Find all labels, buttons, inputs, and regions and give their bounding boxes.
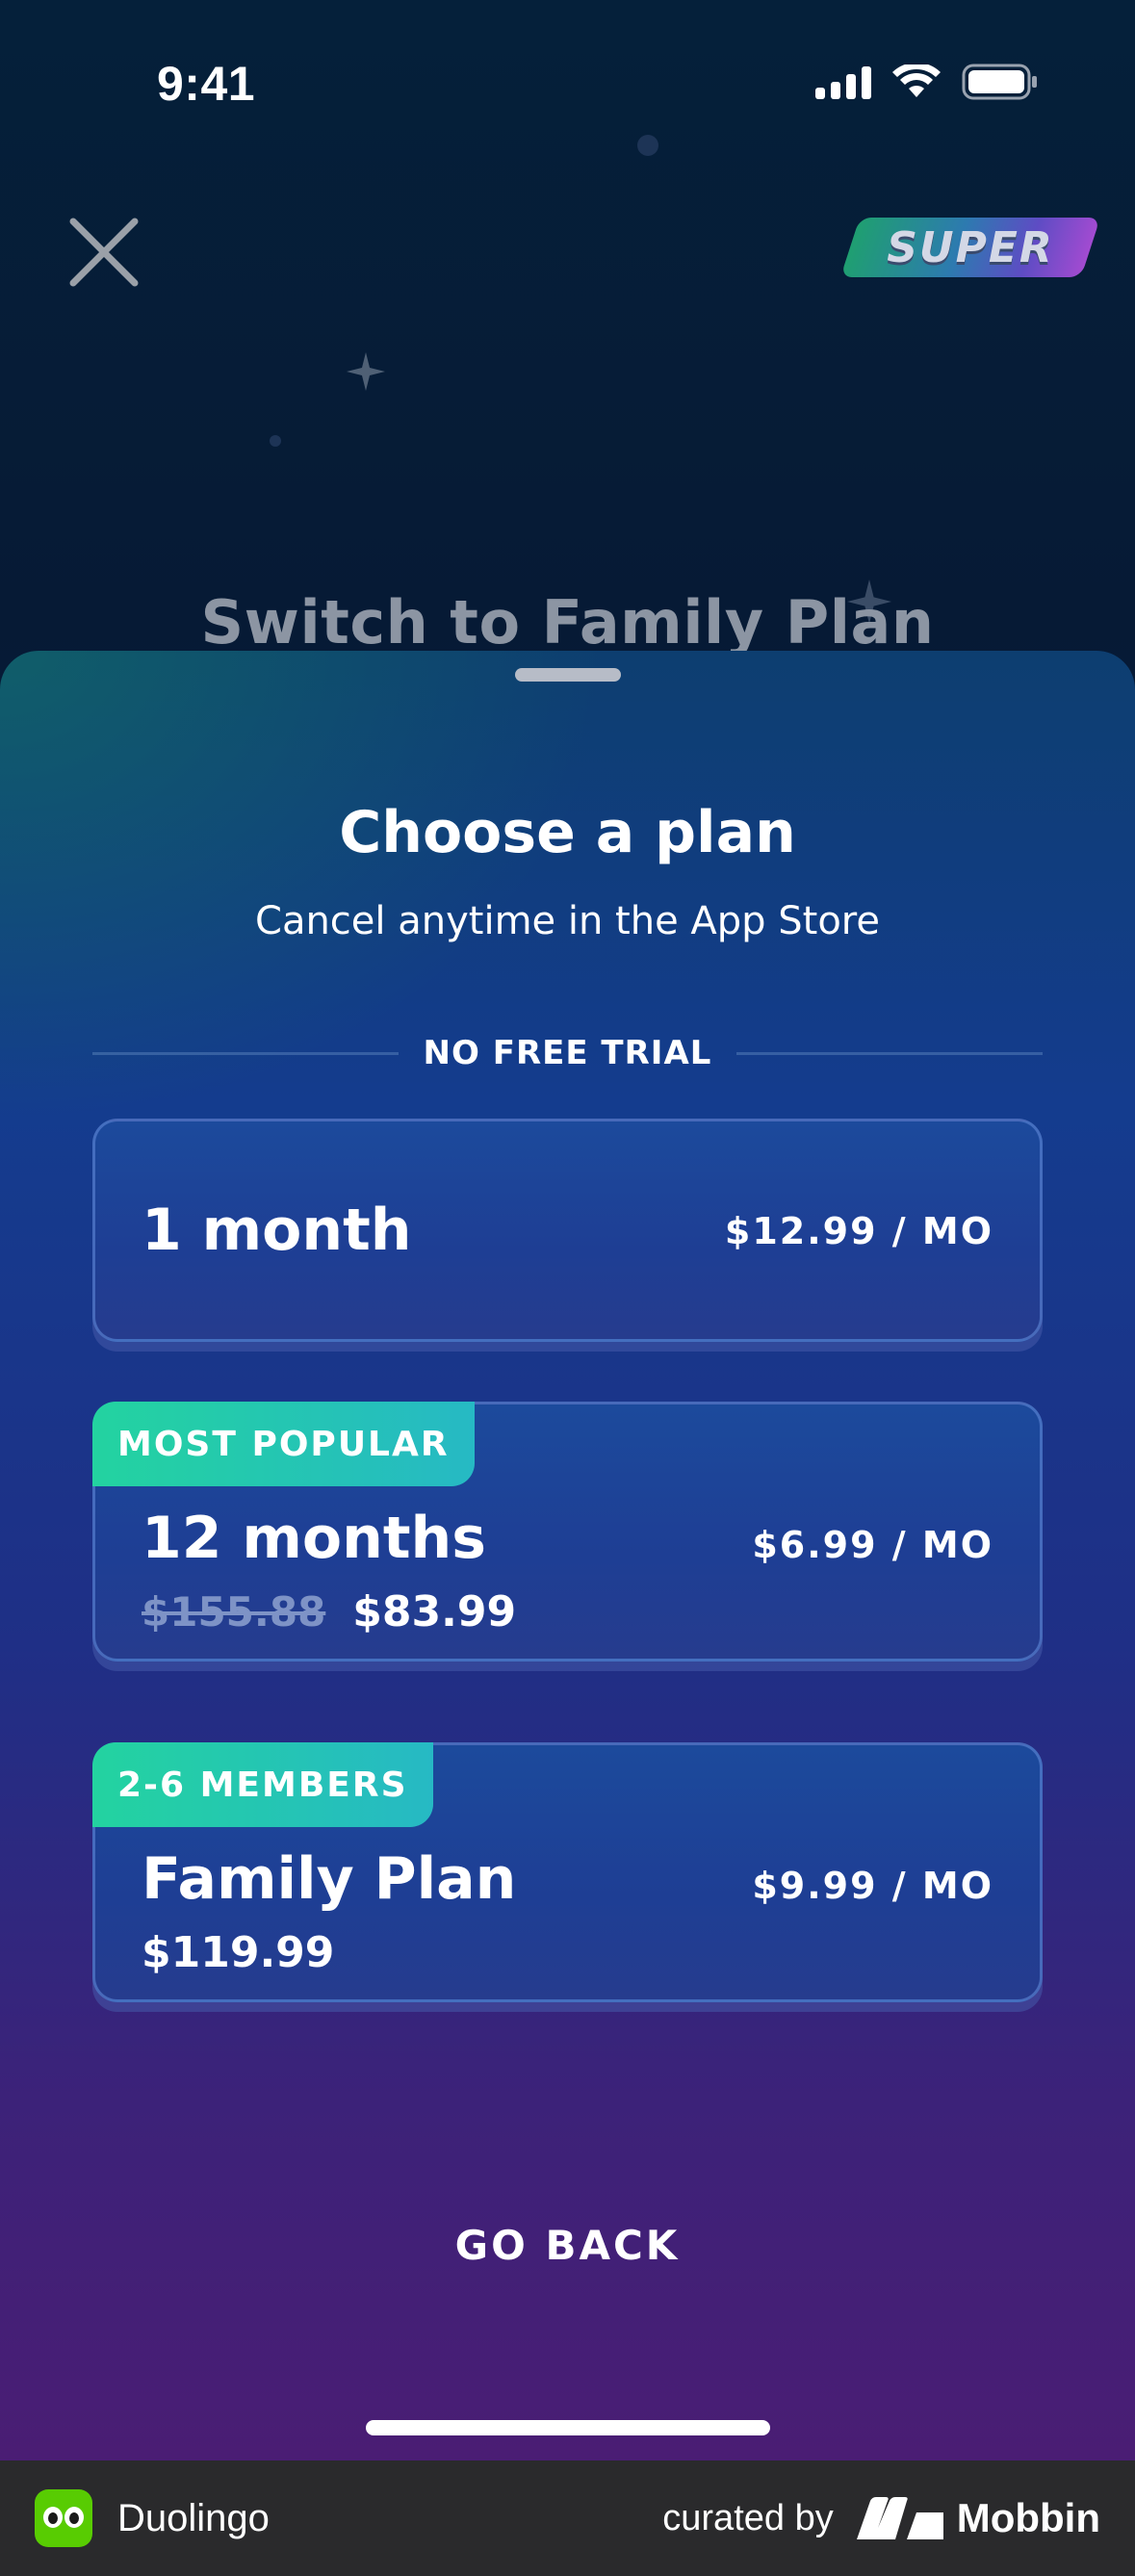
plan-totals: $155.88 $83.99 (142, 1587, 516, 1636)
super-badge: SUPER (839, 218, 1101, 277)
sparkle-icon (347, 352, 385, 395)
plan-totals: $119.99 (142, 1928, 334, 1977)
plan-option-12-months[interactable]: MOST POPULAR 12 months $6.99 / MO $155.8… (92, 1402, 1043, 1662)
screen: 9:41 SUPER Switch to Family Plan Choose … (0, 0, 1135, 2460)
plan-name: Family Plan (142, 1845, 517, 1913)
no-free-trial-divider: NO FREE TRIAL (92, 1024, 1043, 1082)
plan-price: $12.99 / MO (724, 1210, 993, 1252)
sheet-title: Choose a plan (339, 799, 796, 866)
sheet-subtitle: Cancel anytime in the App Store (255, 899, 880, 943)
curated-by-label: curated by (662, 2497, 834, 2538)
mobbin-icon (856, 2497, 943, 2539)
plan-price: $9.99 / MO (752, 1865, 993, 1907)
plan-option-1-month[interactable]: 1 month $12.99 / MO (92, 1119, 1043, 1342)
plan-sheet: Choose a plan Cancel anytime in the App … (0, 651, 1135, 2460)
most-popular-ribbon: MOST POPULAR (92, 1402, 475, 1486)
decor-dot (270, 435, 281, 447)
sheet-grabber[interactable] (515, 668, 621, 682)
status-time: 9:41 (157, 57, 256, 111)
divider-line (92, 1051, 399, 1055)
footer-app-name: Duolingo (117, 2496, 270, 2539)
close-icon (69, 218, 139, 287)
plan-price: $6.99 / MO (752, 1524, 993, 1566)
footer-credit: curated by Mobbin (662, 2495, 1100, 2541)
plan-option-family[interactable]: 2-6 MEMBERS Family Plan $9.99 / MO $119.… (92, 1742, 1043, 2002)
decor-dot (637, 135, 658, 156)
divider-label: NO FREE TRIAL (423, 1034, 712, 1072)
home-indicator (366, 2420, 770, 2435)
signal-icon (815, 64, 871, 99)
attribution-footer: Duolingo curated by Mobbin (0, 2460, 1135, 2576)
footer-app: Duolingo (35, 2489, 270, 2547)
plan-name: 12 months (142, 1505, 486, 1572)
plan-total: $119.99 (142, 1928, 335, 1977)
divider-line (736, 1051, 1043, 1055)
battery-icon (962, 64, 1039, 100)
go-back-button[interactable]: GO BACK (0, 2222, 1135, 2269)
plan-name: 1 month (142, 1197, 412, 1264)
wifi-icon (892, 64, 941, 99)
members-ribbon: 2-6 MEMBERS (92, 1742, 433, 1827)
mobbin-logo: Mobbin (856, 2495, 1100, 2541)
close-button[interactable] (64, 212, 144, 293)
super-badge-label: SUPER (887, 222, 1054, 272)
duolingo-app-icon (35, 2489, 92, 2547)
background-title: Switch to Family Plan (200, 587, 935, 657)
plan-total: $83.99 (352, 1587, 517, 1636)
mobbin-name: Mobbin (956, 2495, 1100, 2540)
status-icons (815, 64, 1039, 100)
plan-old-total: $155.88 (142, 1588, 326, 1636)
